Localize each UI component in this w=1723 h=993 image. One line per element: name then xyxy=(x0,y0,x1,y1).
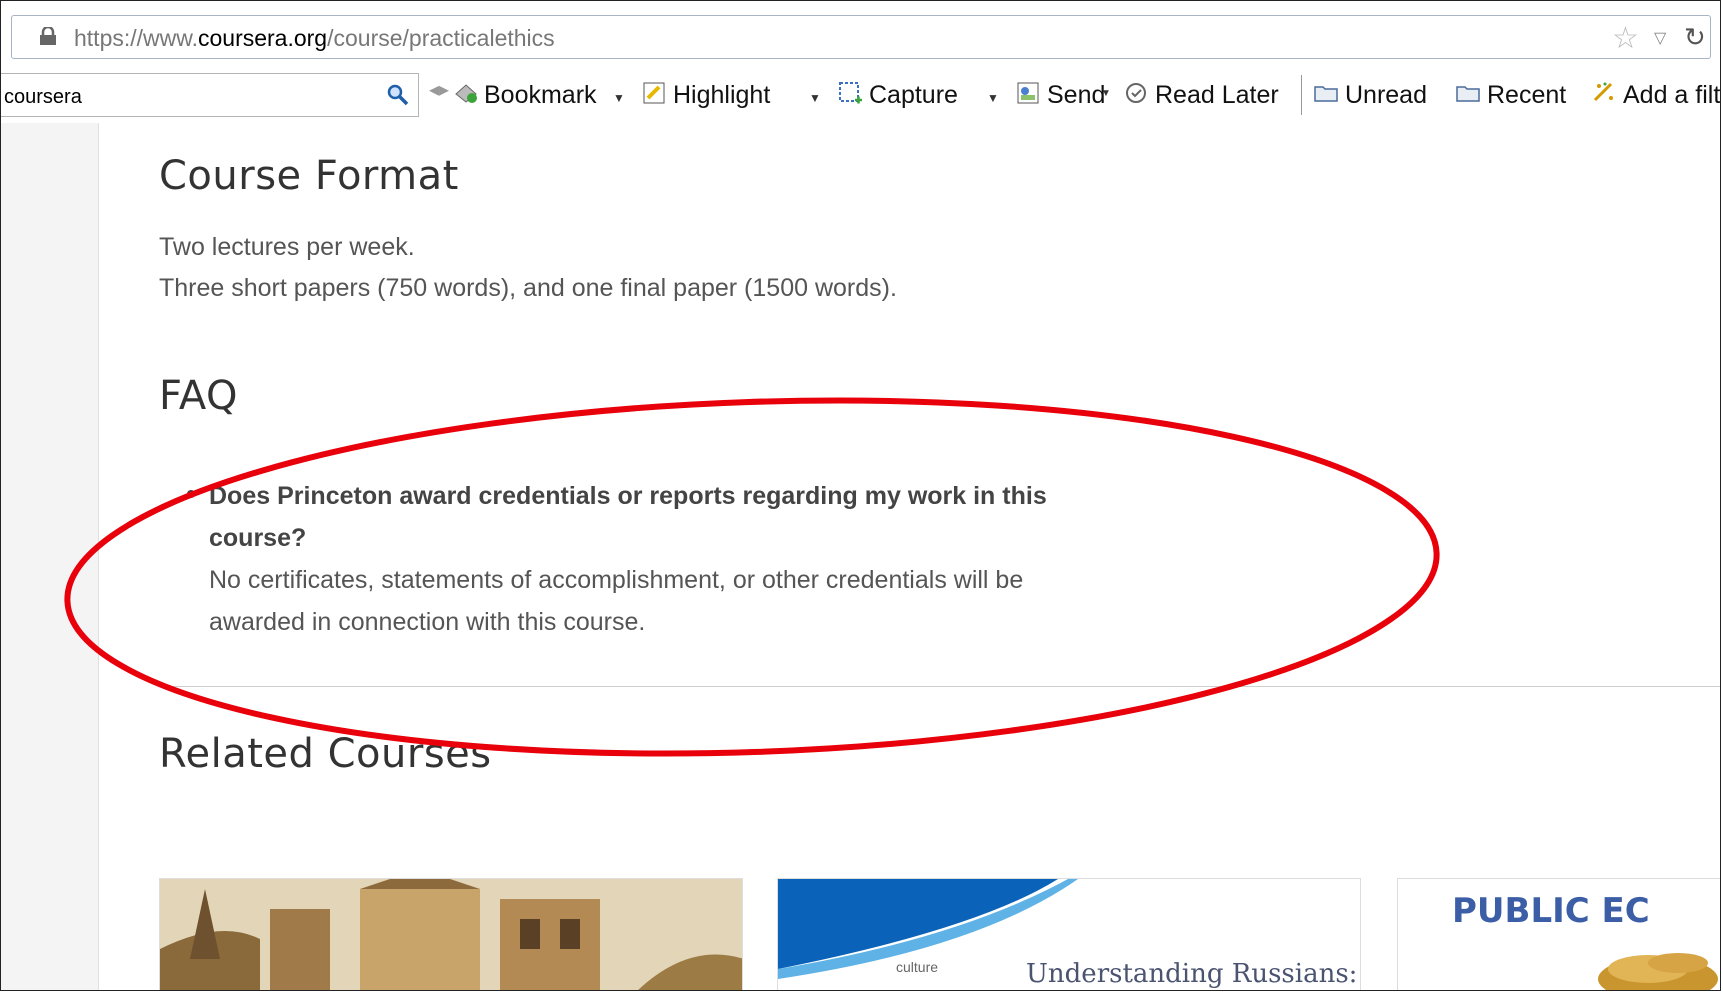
read-later-icon xyxy=(1126,83,1146,103)
send-icon xyxy=(1017,82,1039,104)
coins-image xyxy=(1598,953,1718,990)
unread-folder[interactable]: Unread xyxy=(1345,81,1427,110)
bookmark-star-icon[interactable]: ☆ xyxy=(1612,21,1639,56)
culture-logo: culture xyxy=(896,959,939,975)
lock-icon xyxy=(40,27,56,45)
faq-question: Does Princeton award credentials or repo… xyxy=(209,482,1047,552)
browser-window: https://www.coursera.org/course/practica… xyxy=(0,0,1721,991)
highlight-button[interactable]: Highlight xyxy=(673,81,770,110)
bookmark-button[interactable]: Bookmark xyxy=(484,81,597,110)
section-divider xyxy=(159,686,1720,687)
faq-bullet xyxy=(187,490,195,498)
reload-icon[interactable]: ↻ xyxy=(1684,22,1706,53)
related-course-card[interactable]: PUBLIC EC xyxy=(1397,878,1720,990)
course-thumbnail-image xyxy=(160,879,742,990)
add-filter-button[interactable]: Add a filt xyxy=(1623,81,1720,110)
toolbar-separator xyxy=(1301,75,1302,115)
related-course-card[interactable]: culture Understanding Russians: xyxy=(777,878,1361,990)
extension-toolbar: coursera ◂▸ Bookmark ▼ Highlight ▼ Captu… xyxy=(1,71,1720,123)
course-format-line: Three short papers (750 words), and one … xyxy=(159,274,897,302)
left-gutter xyxy=(1,123,99,990)
read-later-button[interactable]: Read Later xyxy=(1155,81,1279,110)
url-text[interactable]: https://www.coursera.org/course/practica… xyxy=(74,25,555,52)
recent-folder[interactable]: Recent xyxy=(1487,81,1566,110)
course-format-line: Two lectures per week. xyxy=(159,233,415,261)
related-course-card[interactable] xyxy=(159,878,743,990)
related-course-title: Understanding Russians: xyxy=(1026,959,1358,989)
course-page: Course Format Two lectures per week. Thr… xyxy=(99,123,1720,990)
related-courses-heading: Related Courses xyxy=(159,731,492,777)
address-bar[interactable]: https://www.coursera.org/course/practica… xyxy=(11,15,1711,59)
capture-icon xyxy=(839,82,862,104)
recent-folder-icon xyxy=(1456,86,1480,102)
course-format-heading: Course Format xyxy=(159,153,459,199)
history-dropdown-icon[interactable]: ▽ xyxy=(1654,28,1666,48)
add-filter-icon xyxy=(1593,82,1613,102)
highlight-dropdown-icon[interactable]: ▼ xyxy=(809,91,821,105)
bookmark-dropdown-icon[interactable]: ▼ xyxy=(613,91,625,105)
highlight-icon xyxy=(643,82,665,104)
faq-heading: FAQ xyxy=(159,373,238,419)
toolbar-grip-icon[interactable]: ◂▸ xyxy=(429,77,449,102)
unread-folder-icon xyxy=(1314,86,1338,102)
capture-dropdown-icon[interactable]: ▼ xyxy=(987,91,999,105)
search-input[interactable]: coursera xyxy=(1,73,419,117)
faq-answer: No certificates, statements of accomplis… xyxy=(209,566,1024,636)
related-course-title: PUBLIC EC xyxy=(1452,891,1650,931)
search-icon[interactable] xyxy=(386,83,410,107)
send-dropdown-icon[interactable]: ▼ xyxy=(1101,88,1111,99)
capture-button[interactable]: Capture xyxy=(869,81,958,110)
send-button[interactable]: Send xyxy=(1047,81,1105,110)
bookmark-icon xyxy=(455,84,477,103)
